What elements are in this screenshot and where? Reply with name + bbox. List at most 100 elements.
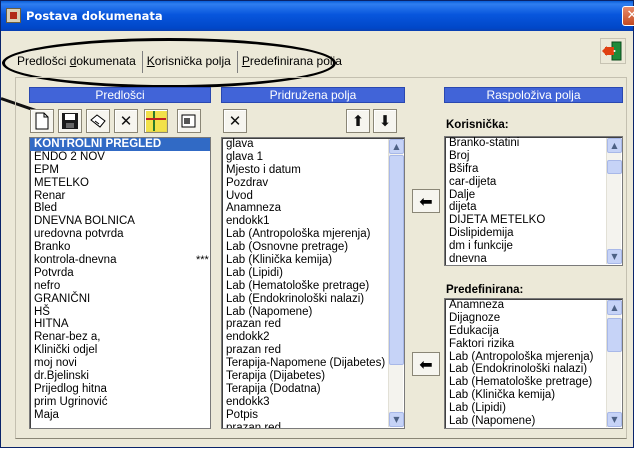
assigned-field-item[interactable]: Lab (Endokrinološki nalazi): [222, 293, 404, 306]
assigned-field-item[interactable]: glava 1: [222, 151, 404, 164]
scroll-thumb[interactable]: [607, 318, 622, 352]
delete-template-button[interactable]: ✕: [114, 109, 138, 133]
add-predefined-field-button[interactable]: ⬅: [412, 352, 440, 376]
assigned-field-item[interactable]: prazan red: [222, 422, 404, 428]
template-list-item[interactable]: Branko: [30, 241, 210, 254]
template-list-item[interactable]: Klinički odjel: [30, 344, 210, 357]
tab-korisnicka-polja[interactable]: Korisnička polja: [143, 51, 238, 73]
assigned-field-item[interactable]: Terapija (Dijabetes): [222, 370, 404, 383]
assigned-field-item[interactable]: endokk1: [222, 215, 404, 228]
assigned-field-item[interactable]: Potpis: [222, 409, 404, 422]
user-field-item[interactable]: dm i funkcije: [445, 240, 622, 253]
assigned-field-item[interactable]: Lab (Antropološka mjerenja): [222, 228, 404, 241]
user-fields-scrollbar[interactable]: ▲ ▼: [606, 138, 622, 264]
new-template-button[interactable]: [30, 109, 54, 133]
scroll-down-button[interactable]: ▼: [607, 412, 622, 427]
assigned-field-item[interactable]: Lab (Hematološke pretrage): [222, 280, 404, 293]
user-field-item[interactable]: Bšifra: [445, 163, 622, 176]
predefined-field-item[interactable]: Anamneza: [445, 299, 622, 312]
tab-predefinirana-polja[interactable]: Predefinirana polja: [238, 51, 348, 73]
predefined-field-item[interactable]: Lab (Napomene): [445, 415, 622, 428]
predefined-field-item[interactable]: Faktori rizika: [445, 338, 622, 351]
scroll-down-button[interactable]: ▼: [389, 412, 404, 427]
move-down-button[interactable]: ⬇: [373, 109, 397, 133]
template-list-item[interactable]: Renar: [30, 190, 210, 203]
scroll-up-button[interactable]: ▲: [389, 139, 404, 154]
predefined-field-item[interactable]: Dijagnoze: [445, 312, 622, 325]
save-template-button[interactable]: [58, 109, 82, 133]
assigned-field-item[interactable]: Terapija-Napomene (Dijabetes): [222, 357, 404, 370]
assigned-fields-scrollbar[interactable]: ▲ ▼: [388, 139, 404, 427]
user-field-item[interactable]: Broj: [445, 150, 622, 163]
user-fields-list[interactable]: Branko-statini Broj Bšifra car-dijeta Dalje d…: [444, 136, 623, 266]
template-list-item[interactable]: ENDO 2 NOV: [30, 151, 210, 164]
template-list-item[interactable]: Prijedlog hitna: [30, 383, 210, 396]
assigned-field-item[interactable]: Lab (Osnovne pretrage): [222, 241, 404, 254]
user-field-item[interactable]: Branko-statini: [445, 137, 622, 150]
predefined-field-item[interactable]: Lab (Endokrinološki nalazi): [445, 363, 622, 376]
predefined-fields-scrollbar[interactable]: ▲ ▼: [606, 300, 622, 427]
assigned-field-item[interactable]: Anamneza: [222, 202, 404, 215]
list-item-label: Mjesto i datum: [226, 163, 301, 176]
template-list-item[interactable]: Potvrda: [30, 267, 210, 280]
template-list-item[interactable]: METELKO: [30, 177, 210, 190]
predefined-field-item[interactable]: Edukacija: [445, 325, 622, 338]
assigned-field-item[interactable]: Terapija (Dodatna): [222, 383, 404, 396]
template-list-item[interactable]: KONTROLNI PREGLED: [30, 138, 210, 151]
close-button[interactable]: ✕: [622, 6, 634, 26]
remove-field-button[interactable]: ✕: [223, 109, 247, 133]
user-field-item[interactable]: Dislipidemija: [445, 227, 622, 240]
user-field-item[interactable]: dijeta: [445, 201, 622, 214]
template-list-item[interactable]: nefro: [30, 280, 210, 293]
tab-predlosci-dokumenata[interactable]: Predlošci dokumenata: [13, 51, 143, 73]
assigned-field-item[interactable]: Pozdrav: [222, 177, 404, 190]
template-list-item[interactable]: Bled: [30, 202, 210, 215]
template-list-item[interactable]: GRANIČNI: [30, 293, 210, 306]
edit-template-button[interactable]: [86, 109, 110, 133]
assigned-field-item[interactable]: Lab (Napomene): [222, 306, 404, 319]
template-list-item[interactable]: moj novi: [30, 357, 210, 370]
predefined-fields-list[interactable]: Anamneza Dijagnoze Edukacija Faktori rizika…: [444, 298, 623, 429]
scroll-up-button[interactable]: ▲: [607, 138, 622, 153]
template-list-item[interactable]: kontrola-dnevna ***: [30, 254, 210, 267]
scroll-down-button[interactable]: ▼: [607, 249, 622, 264]
predefined-field-item[interactable]: Lab (Klinička kemija): [445, 389, 622, 402]
move-up-button[interactable]: ⬆: [346, 109, 370, 133]
layout-template-button[interactable]: [144, 109, 168, 133]
assigned-field-item[interactable]: endokk2: [222, 331, 404, 344]
template-list-item[interactable]: HŠ: [30, 306, 210, 319]
assigned-field-item[interactable]: Mjesto i datum: [222, 164, 404, 177]
assigned-fields-list[interactable]: glava glava 1 Mjesto i datum Pozdrav Uvod Ana…: [221, 137, 405, 429]
template-list-item[interactable]: HITNA: [30, 318, 210, 331]
title-bar[interactable]: Postava dokumenata ✕: [1, 1, 634, 31]
template-list-item[interactable]: dr.Bjelinski: [30, 370, 210, 383]
template-list-item[interactable]: prim Ugrinović: [30, 396, 210, 409]
assigned-field-item[interactable]: prazan red: [222, 344, 404, 357]
properties-template-button[interactable]: [177, 109, 201, 133]
assigned-field-item[interactable]: glava: [222, 138, 404, 151]
user-field-item[interactable]: DIJETA METELKO: [445, 214, 622, 227]
scroll-thumb[interactable]: [607, 160, 622, 174]
assigned-field-item[interactable]: Lab (Lipidi): [222, 267, 404, 280]
template-list-item[interactable]: Maja: [30, 409, 210, 422]
assigned-field-item[interactable]: Lab (Klinička kemija): [222, 254, 404, 267]
template-list-item[interactable]: EPM: [30, 164, 210, 177]
template-list-item[interactable]: uredovna potvrda: [30, 228, 210, 241]
scroll-thumb[interactable]: [389, 155, 404, 365]
user-field-item[interactable]: Dalje: [445, 189, 622, 202]
add-user-field-button[interactable]: ⬅: [412, 189, 440, 213]
assigned-field-item[interactable]: endokk3: [222, 396, 404, 409]
template-list-item[interactable]: DNEVNA BOLNICA: [30, 215, 210, 228]
user-field-item[interactable]: dnevna: [445, 253, 622, 265]
predefined-field-item[interactable]: Lab (Hematološke pretrage): [445, 376, 622, 389]
templates-list[interactable]: KONTROLNI PREGLED ENDO 2 NOV EPM METELKO Ren…: [29, 137, 211, 429]
predefined-fields-label: Predefinirana:: [446, 284, 524, 296]
template-list-item[interactable]: Renar-bez a,: [30, 331, 210, 344]
assigned-field-item[interactable]: prazan red: [222, 318, 404, 331]
scroll-up-button[interactable]: ▲: [607, 300, 622, 315]
predefined-field-item[interactable]: Lab (Lipidi): [445, 402, 622, 415]
exit-button[interactable]: [600, 38, 626, 64]
predefined-field-item[interactable]: Lab (Antropološka mjerenja): [445, 351, 622, 364]
user-field-item[interactable]: car-dijeta: [445, 176, 622, 189]
assigned-field-item[interactable]: Uvod: [222, 190, 404, 203]
